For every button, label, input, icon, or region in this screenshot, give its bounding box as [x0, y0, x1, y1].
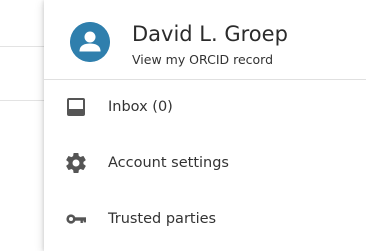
menu-item-label: Account settings [108, 155, 229, 171]
background-divider [0, 100, 44, 101]
page: David L. Groep View my ORCID record Inbo… [0, 0, 366, 251]
menu-item-inbox[interactable]: Inbox (0) [44, 83, 366, 131]
user-header: David L. Groep View my ORCID record [44, 0, 366, 79]
menu-item-label: Trusted parties [108, 211, 217, 227]
inbox-icon [64, 95, 88, 119]
user-dropdown-menu: David L. Groep View my ORCID record Inbo… [44, 0, 366, 251]
user-name: David L. Groep [132, 22, 288, 46]
menu-item-label: Inbox (0) [108, 99, 173, 115]
gear-icon [64, 151, 88, 175]
menu-item-trusted-parties[interactable]: Trusted parties [44, 195, 366, 243]
background-divider [0, 46, 44, 47]
avatar [70, 22, 110, 62]
key-icon [64, 207, 88, 231]
menu-divider [44, 79, 366, 80]
person-icon [70, 22, 110, 62]
menu-item-account-settings[interactable]: Account settings [44, 139, 366, 187]
view-orcid-record-link[interactable]: View my ORCID record [132, 52, 273, 68]
